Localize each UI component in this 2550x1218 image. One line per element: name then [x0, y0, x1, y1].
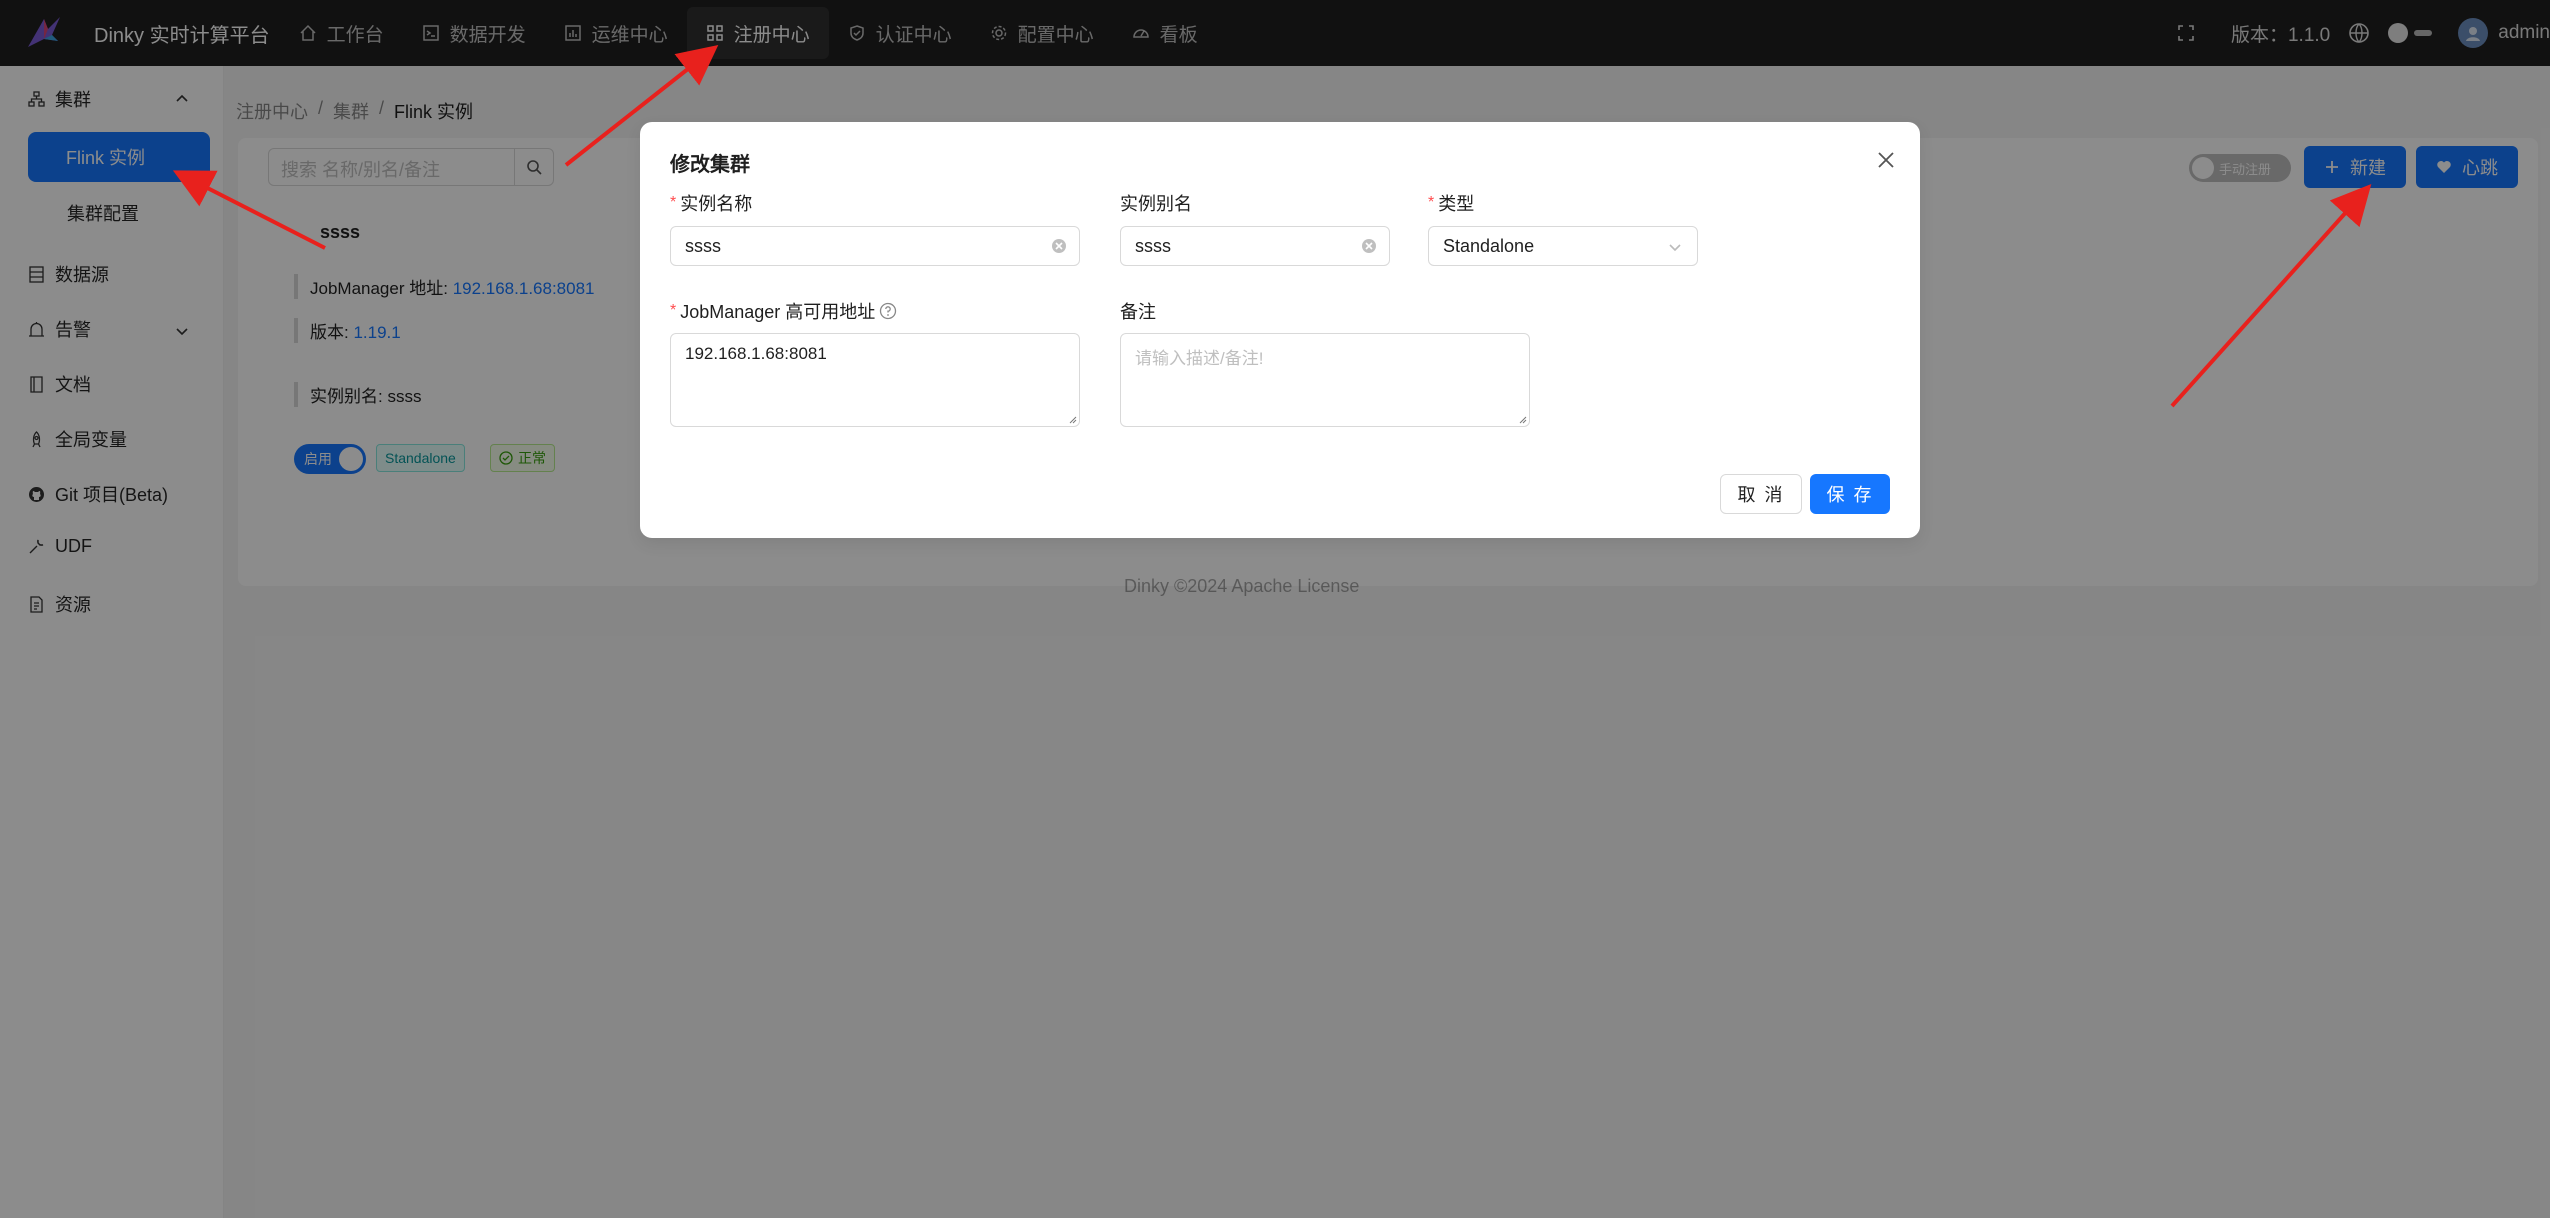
note-label-text: 备注	[1120, 302, 1156, 322]
type-label-text: 类型	[1438, 194, 1475, 214]
clear-icon[interactable]	[1361, 238, 1377, 254]
modal-title: 修改集群	[670, 154, 750, 176]
question-circle-icon[interactable]	[879, 302, 897, 320]
name-label: * 实例名称	[670, 190, 752, 216]
note-textarea[interactable]: 请输入描述/备注!	[1120, 333, 1530, 427]
clear-icon[interactable]	[1051, 238, 1067, 254]
required-mark: *	[1428, 194, 1435, 211]
close-icon	[1878, 152, 1894, 168]
chevron-down-icon	[1669, 244, 1681, 252]
required-mark: *	[670, 302, 677, 319]
ha-address-textarea[interactable]: 192.168.1.68:8081	[670, 333, 1080, 427]
ha-address-label: * JobManager 高可用地址	[670, 298, 897, 324]
note-placeholder: 请输入描述/备注!	[1135, 349, 1264, 368]
type-label: * 类型	[1428, 190, 1474, 216]
resize-handle-icon[interactable]	[1517, 414, 1527, 424]
instance-name-value: ssss	[685, 235, 721, 256]
instance-name-input[interactable]: ssss	[670, 226, 1080, 266]
alias-label: 实例别名	[1120, 190, 1192, 216]
instance-alias-value: ssss	[1135, 235, 1171, 256]
ha-address-label-text: JobManager 高可用地址	[680, 302, 876, 322]
required-mark: *	[670, 194, 677, 211]
note-label: 备注	[1120, 298, 1156, 324]
close-button[interactable]	[1872, 146, 1900, 174]
ha-address-value: 192.168.1.68:8081	[685, 344, 827, 363]
name-label-text: 实例名称	[680, 194, 753, 214]
type-select[interactable]: Standalone	[1428, 226, 1698, 266]
instance-alias-input[interactable]: ssss	[1120, 226, 1390, 266]
type-select-value: Standalone	[1443, 235, 1535, 256]
alias-label-text: 实例别名	[1120, 194, 1192, 214]
save-button[interactable]: 保 存	[1810, 474, 1890, 514]
resize-handle-icon[interactable]	[1067, 414, 1077, 424]
edit-cluster-modal: 修改集群 * 实例名称 实例别名 * 类型 ssss ssss Standalo…	[640, 122, 1920, 538]
cancel-button[interactable]: 取 消	[1720, 474, 1802, 514]
